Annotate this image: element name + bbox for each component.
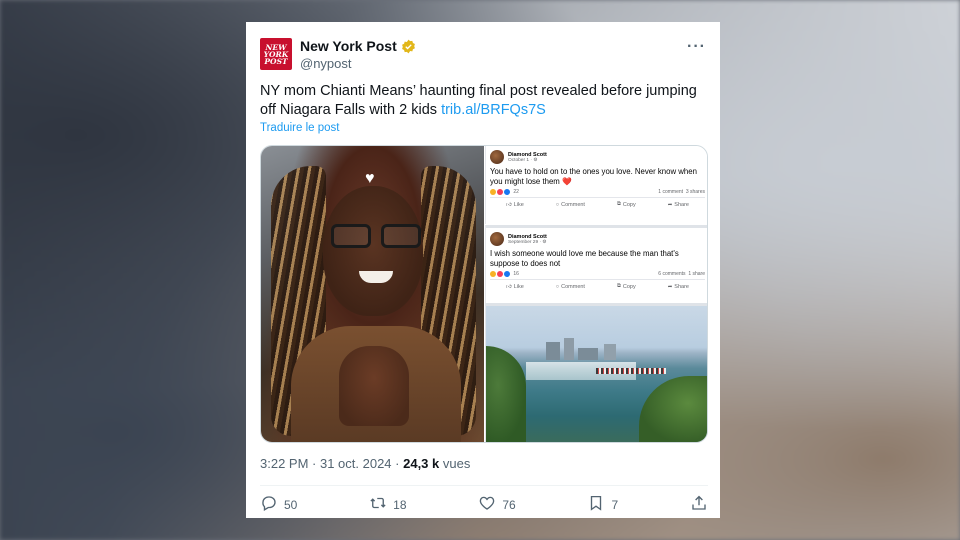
tweet-link[interactable]: trib.al/BRFQs7S <box>441 102 546 118</box>
selfie-photo[interactable]: ♥ <box>261 146 484 442</box>
avatar <box>490 150 504 164</box>
share-icon: ➦ <box>667 283 673 290</box>
facebook-post-screenshot-1[interactable]: Diamond Scott October 1 · ⚙ You have to … <box>485 146 707 224</box>
repost-button[interactable]: 18 <box>369 494 407 515</box>
share-icon <box>690 494 708 515</box>
share-button[interactable] <box>690 494 708 515</box>
copy-icon: ⧉ <box>616 283 621 289</box>
fb-post-stats: 22 1 comment 3 shares <box>486 187 707 197</box>
heart-icon <box>478 494 496 515</box>
author-names: New York Post @nypost <box>300 38 416 71</box>
fb-copy-button: ⧉ Copy <box>616 201 636 208</box>
niagara-falls-photo[interactable] <box>485 306 707 442</box>
friends-icon: ⚙ <box>533 157 538 163</box>
heart-icon: ♥ <box>365 170 375 187</box>
tweet-date[interactable]: 31 oct. 2024 <box>320 456 392 471</box>
fb-like-button: 👍︎ Like <box>505 283 524 290</box>
friends-icon: ⚙ <box>542 239 547 245</box>
copy-icon: ⧉ <box>616 201 621 207</box>
divider <box>260 485 708 486</box>
nypost-logo[interactable]: NEW YORK POST <box>260 38 292 70</box>
avatar <box>490 232 504 246</box>
tweet-header: NEW YORK POST New York Post @nypost <box>260 38 416 71</box>
verified-badge-icon <box>401 39 416 54</box>
fb-post-text: You have to hold on to the ones you love… <box>490 167 697 186</box>
thumbs-up-icon: 👍︎ <box>505 283 512 290</box>
reply-count: 50 <box>284 497 298 512</box>
repost-count: 18 <box>393 497 407 512</box>
views-count[interactable]: 24,3 k <box>403 456 439 471</box>
like-count: 76 <box>502 497 516 512</box>
media-grid[interactable]: ♥ Diamond Scott October 1 · ⚙ You have t… <box>260 145 708 443</box>
reply-button[interactable]: 50 <box>260 494 297 515</box>
comment-icon: ○ <box>555 283 560 290</box>
views-label: vues <box>442 456 471 471</box>
fb-post-date: October 1 · ⚙ <box>508 157 538 163</box>
fb-post-date: September 29 · ⚙ <box>508 239 547 245</box>
fb-share-button: ➦ Share <box>667 201 689 208</box>
display-name[interactable]: New York Post <box>300 38 397 54</box>
comment-icon: ○ <box>555 201 560 208</box>
like-button[interactable]: 76 <box>478 494 516 515</box>
like-react-icon <box>504 189 510 195</box>
bookmark-count: 7 <box>611 497 619 512</box>
repost-icon <box>369 494 387 515</box>
fb-like-button: 👍︎ Like <box>505 201 524 208</box>
handle[interactable]: @nypost <box>300 56 416 71</box>
haha-react-icon <box>490 271 496 277</box>
tweet-card: NEW YORK POST New York Post @nypost ··· … <box>246 22 720 518</box>
fb-comment-button: ○ Comment <box>555 201 585 208</box>
reply-icon <box>260 494 278 515</box>
bookmark-icon <box>587 494 605 515</box>
tweet-text: NY mom Chianti Means’ haunting final pos… <box>260 82 710 120</box>
facebook-post-screenshot-2[interactable]: Diamond Scott September 29 · ⚙ I wish so… <box>485 225 707 303</box>
more-options-icon[interactable]: ··· <box>687 38 706 56</box>
tweet-time[interactable]: 3:22 PM <box>260 456 308 471</box>
thumbs-up-icon: 👍︎ <box>505 201 512 208</box>
love-react-icon <box>497 189 503 195</box>
bookmark-button[interactable]: 7 <box>587 494 618 515</box>
tweet-meta: 3:22 PM · 31 oct. 2024 · 24,3 k vues <box>260 456 471 471</box>
fb-post-stats: 16 6 comments 1 share <box>486 269 707 279</box>
translate-link[interactable]: Traduire le post <box>260 122 339 134</box>
fb-post-actions: 👍︎ Like ○ Comment ⧉ Copy ➦ Share <box>490 197 705 208</box>
fb-comment-button: ○ Comment <box>555 283 585 290</box>
fb-post-actions: 👍︎ Like ○ Comment ⧉ Copy ➦ Share <box>490 279 705 290</box>
love-react-icon <box>497 271 503 277</box>
fb-share-button: ➦ Share <box>667 283 689 290</box>
like-react-icon <box>504 271 510 277</box>
share-icon: ➦ <box>667 201 673 208</box>
fb-copy-button: ⧉ Copy <box>616 283 636 290</box>
fb-post-text: I wish someone would love me because the… <box>490 249 679 268</box>
haha-react-icon <box>490 189 496 195</box>
tweet-actions: 50 18 76 7 <box>260 494 708 515</box>
